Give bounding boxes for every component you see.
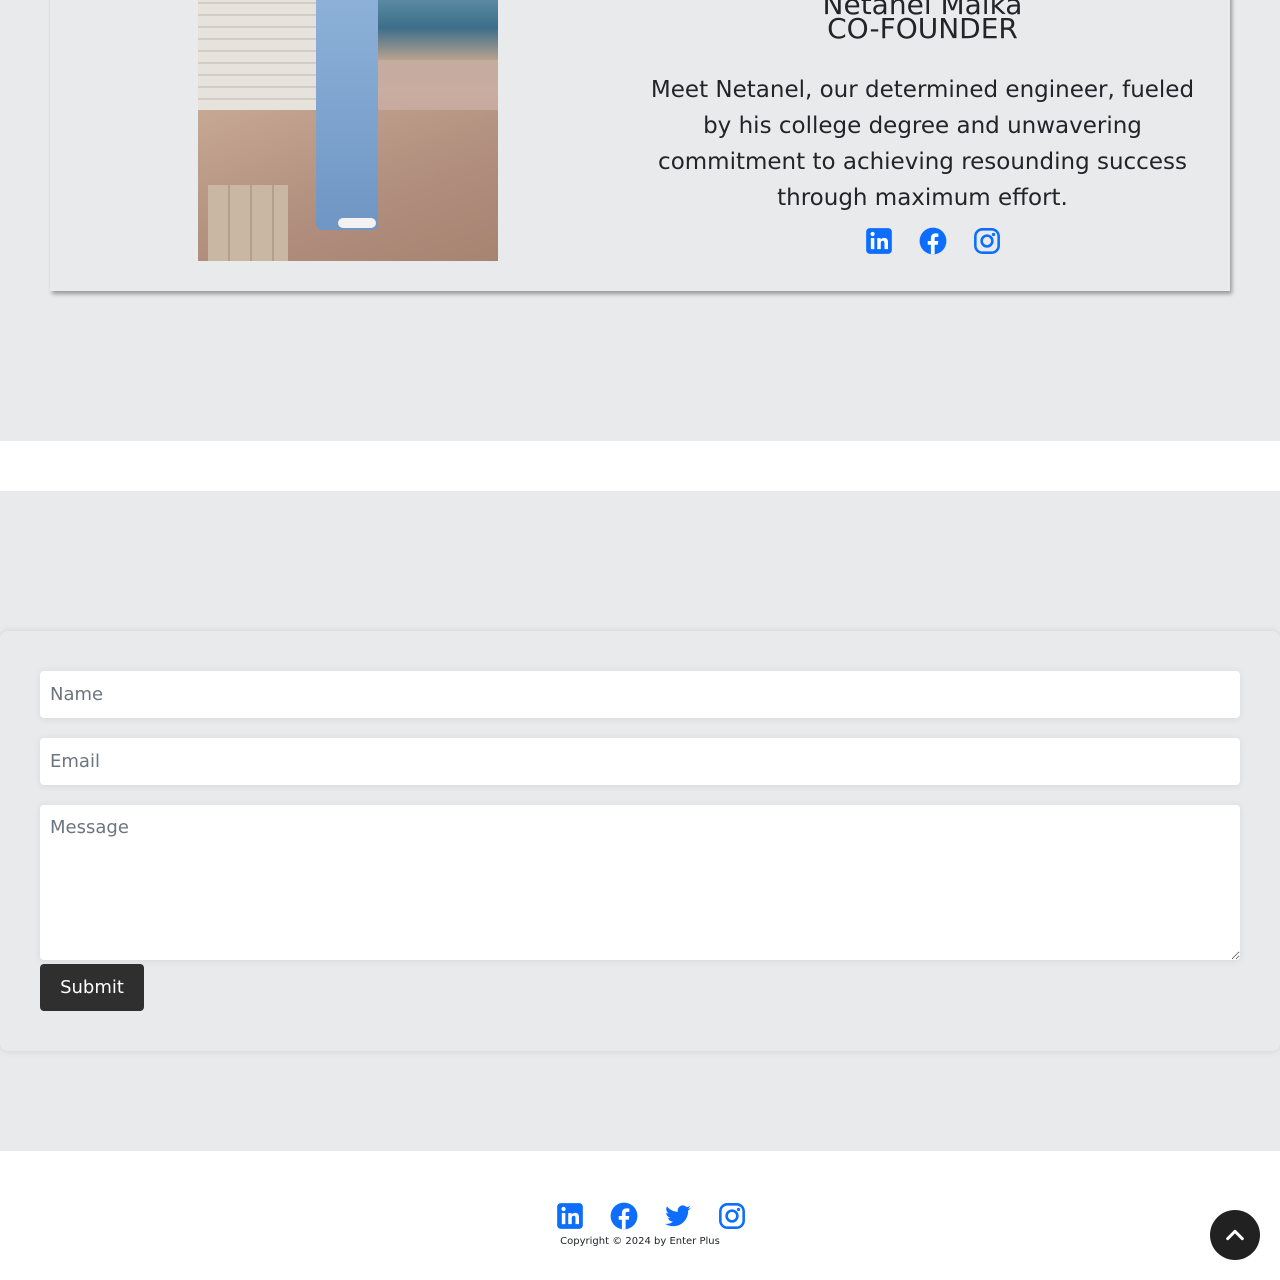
footer-socials	[556, 1202, 746, 1230]
team-member-socials	[865, 227, 1001, 255]
twitter-icon[interactable]	[664, 1202, 692, 1230]
facebook-icon[interactable]	[919, 227, 947, 255]
scroll-to-top-button[interactable]	[1210, 1210, 1260, 1260]
instagram-icon[interactable]	[718, 1202, 746, 1230]
footer: Copyright © 2024 by Enter Plus	[0, 1151, 1280, 1280]
team-member-card: Netanel Malka CO-FOUNDER Meet Netanel, o…	[50, 0, 1230, 291]
email-input[interactable]	[40, 738, 1240, 785]
instagram-icon[interactable]	[973, 227, 1001, 255]
team-member-role: CO-FOUNDER	[827, 12, 1018, 45]
submit-button[interactable]: Submit	[40, 964, 144, 1011]
team-member-photo	[198, 0, 498, 261]
name-input[interactable]	[40, 671, 1240, 718]
facebook-icon[interactable]	[610, 1202, 638, 1230]
chevron-up-icon	[1226, 1229, 1244, 1241]
linkedin-icon[interactable]	[865, 227, 893, 255]
contact-form: Submit	[0, 631, 1280, 1051]
copyright-text: Copyright © 2024 by Enter Plus	[560, 1236, 720, 1247]
team-member-bio: Meet Netanel, our determined engineer, f…	[650, 77, 1195, 211]
message-textarea[interactable]	[40, 805, 1240, 960]
section-divider	[0, 441, 1280, 491]
linkedin-icon[interactable]	[556, 1202, 584, 1230]
